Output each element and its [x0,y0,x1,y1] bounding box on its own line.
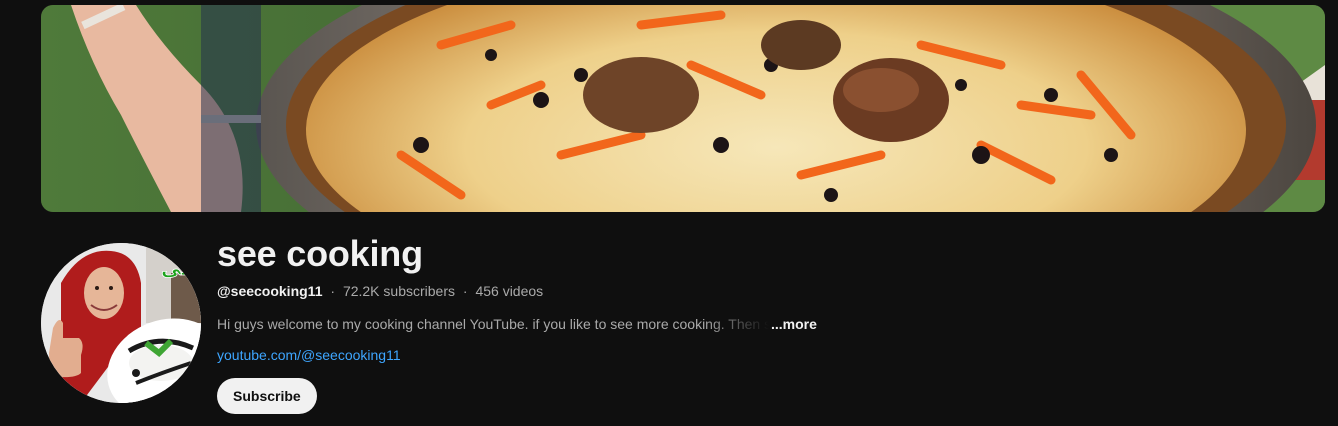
video-count: 456 videos [475,283,544,299]
channel-info: see cooking @seecooking11 · 72.2K subscr… [217,232,1317,414]
channel-handle: @seecooking11 [217,283,323,299]
channel-name: see cooking [217,233,423,274]
channel-link[interactable]: youtube.com/@seecooking11 [217,345,401,365]
meta-separator: · [462,283,468,299]
avatar-overlay-text: کی [161,256,193,280]
description-text: Hi guys welcome to my cooking channel Yo… [217,316,769,332]
subscribe-button[interactable]: Subscribe [217,378,317,414]
banner-image [41,5,1325,212]
more-button[interactable]: ...more [771,314,817,334]
channel-banner [41,5,1325,212]
channel-avatar[interactable]: کی [41,243,201,403]
channel-header: کی see cooking @seecooking11 · 72.2K sub… [0,0,1338,426]
avatar-image: کی [41,243,201,403]
channel-description[interactable]: Hi guys welcome to my cooking channel Yo… [217,314,1317,334]
channel-meta: @seecooking11 · 72.2K subscribers · 456 … [217,281,1317,301]
meta-separator: · [330,283,336,299]
subscriber-count: 72.2K subscribers [342,283,455,299]
